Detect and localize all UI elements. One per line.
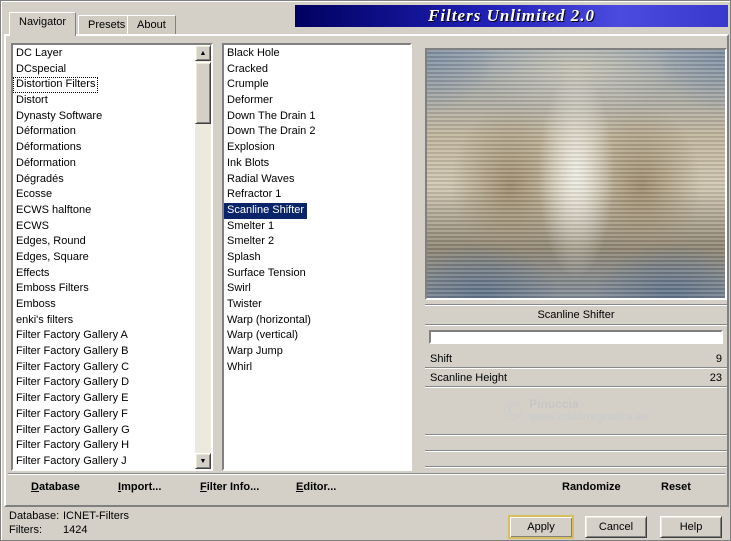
param-row-shift: Shift 9 xyxy=(425,350,727,367)
preview-frame xyxy=(425,48,727,300)
list-item[interactable]: Dynasty Software xyxy=(13,109,105,125)
list-item[interactable]: Filter Factory Gallery F xyxy=(13,407,131,423)
list-item[interactable]: Warp Jump xyxy=(224,344,286,360)
database-status-value: ICNET-Filters xyxy=(63,510,129,522)
list-item[interactable]: Ecosse xyxy=(13,187,55,203)
list-item[interactable]: Edges, Square xyxy=(13,250,92,266)
list-item[interactable]: Distortion Filters xyxy=(13,77,99,94)
param-value: 9 xyxy=(715,352,722,365)
list-item[interactable]: Filter Factory Gallery A xyxy=(13,328,131,344)
randomize-button[interactable]: Randomize xyxy=(562,478,621,496)
list-item[interactable]: Déformation xyxy=(13,124,79,140)
list-item[interactable]: Down The Drain 1 xyxy=(224,109,318,125)
list-item[interactable]: Explosion xyxy=(224,140,278,156)
list-item[interactable]: Warp (horizontal) xyxy=(224,313,314,329)
list-item[interactable]: Warp (vertical) xyxy=(224,328,301,344)
preview-image xyxy=(427,50,725,298)
tab-navigator[interactable]: Navigator xyxy=(9,12,77,36)
list-item[interactable]: DCspecial xyxy=(13,62,69,78)
separator xyxy=(425,466,727,468)
separator xyxy=(425,324,727,326)
scroll-down-button[interactable]: ▼ xyxy=(195,453,211,469)
param-label: Scanline Height xyxy=(430,371,508,384)
list-item[interactable]: ECWS xyxy=(13,219,52,235)
database-button[interactable]: Database xyxy=(31,478,80,496)
list-item[interactable]: Cracked xyxy=(224,62,271,78)
apply-button[interactable]: Apply xyxy=(508,515,574,539)
filter-listbox: Black Hole Cracked Crumple Deformer Down The… xyxy=(222,43,412,471)
category-listbox: DC Layer DCspecial Distortion Filters Disto… xyxy=(11,43,213,471)
cancel-button[interactable]: Cancel xyxy=(585,516,647,538)
list-item[interactable]: Edges, Round xyxy=(13,234,89,250)
list-item[interactable]: Déformations xyxy=(13,140,84,156)
filter-info-button[interactable]: Filter Info... xyxy=(200,478,259,496)
help-button[interactable]: Help xyxy=(660,516,722,538)
list-item[interactable]: Whirl xyxy=(224,360,255,376)
toolbar-separator xyxy=(8,473,725,475)
filter-controls: Scanline Shifter Shift 9 Scanline Height… xyxy=(425,304,727,468)
list-item[interactable]: enki's filters xyxy=(13,313,76,329)
empty-param-row xyxy=(425,452,727,466)
title-banner: Filters Unlimited 2.0 xyxy=(295,5,728,27)
list-item[interactable]: Ink Blots xyxy=(224,156,272,172)
list-item[interactable]: Filter Factory Gallery G xyxy=(13,423,133,439)
list-item[interactable]: Filter Factory Gallery H xyxy=(13,438,132,454)
list-item[interactable]: Twister xyxy=(224,297,265,313)
filters-status-value: 1424 xyxy=(63,524,88,536)
list-item[interactable]: Radial Waves xyxy=(224,172,297,188)
list-item[interactable]: Black Hole xyxy=(224,46,283,62)
list-item[interactable]: Crumple xyxy=(224,77,272,93)
list-item[interactable]: Emboss xyxy=(13,297,59,313)
list-item[interactable]: Refractor 1 xyxy=(224,187,284,203)
category-scrollbar[interactable]: ▲ ▼ xyxy=(195,45,211,469)
reset-button[interactable]: Reset xyxy=(661,478,691,496)
watermark-name: Pinuccia xyxy=(529,397,579,411)
list-item[interactable]: Smelter 2 xyxy=(224,234,277,250)
param-value: 23 xyxy=(709,371,722,384)
scrollbar-thumb[interactable] xyxy=(195,62,211,124)
scrollbar-track[interactable] xyxy=(195,61,211,453)
list-item[interactable]: Filter Factory Gallery E xyxy=(13,391,131,407)
list-item[interactable]: Filter Factory Gallery J xyxy=(13,454,130,469)
list-item[interactable]: Smelter 1 xyxy=(224,219,277,235)
list-item[interactable]: ECWS halftone xyxy=(13,203,94,219)
copyright-icon: © xyxy=(503,396,524,425)
param-row-scanline-height: Scanline Height 23 xyxy=(425,369,727,386)
list-item[interactable]: Déformation xyxy=(13,156,79,172)
watermark-url: www.maldiregrafica.eu xyxy=(529,411,649,423)
scroll-up-button[interactable]: ▲ xyxy=(195,45,211,61)
list-item[interactable]: Scanline Shifter xyxy=(224,202,308,219)
list-item[interactable]: Surface Tension xyxy=(224,266,309,282)
param-label: Shift xyxy=(430,352,453,365)
list-item[interactable]: Effects xyxy=(13,266,52,282)
navigator-page: DC Layer DCspecial Distortion Filters Disto… xyxy=(4,34,729,507)
list-item[interactable]: Down The Drain 2 xyxy=(224,124,318,140)
list-item[interactable]: Filter Factory Gallery B xyxy=(13,344,131,360)
list-item[interactable]: Emboss Filters xyxy=(13,281,92,297)
empty-param-row xyxy=(425,436,727,450)
scroll-up-icon: ▲ xyxy=(199,49,207,57)
list-item[interactable]: DC Layer xyxy=(13,46,65,62)
scroll-down-icon: ▼ xyxy=(199,457,207,465)
list-item[interactable]: Deformer xyxy=(224,93,276,109)
filters-unlimited-dialog: Filters Unlimited 2.0 Navigator Presets … xyxy=(0,0,731,541)
progress-bar xyxy=(429,330,723,344)
watermark: © Pinuccia www.maldiregrafica.eu xyxy=(425,388,727,434)
list-item[interactable]: Distort xyxy=(13,93,51,109)
category-list[interactable]: DC Layer DCspecial Distortion Filters Disto… xyxy=(13,45,195,469)
list-item[interactable]: Dégradés xyxy=(13,172,67,188)
filters-status-label: Filters: xyxy=(9,524,42,536)
import-button[interactable]: Import... xyxy=(118,478,161,496)
list-item[interactable]: Swirl xyxy=(224,281,254,297)
tab-about[interactable]: About xyxy=(127,15,176,34)
filter-name-label: Scanline Shifter xyxy=(537,309,615,321)
list-item[interactable]: Filter Factory Gallery D xyxy=(13,375,132,391)
banner-title: Filters Unlimited 2.0 xyxy=(428,6,595,25)
list-item[interactable]: Splash xyxy=(224,250,264,266)
list-item[interactable]: Filter Factory Gallery C xyxy=(13,360,132,376)
database-status-label: Database: xyxy=(9,510,60,522)
editor-button[interactable]: Editor... xyxy=(296,478,336,496)
filter-list[interactable]: Black Hole Cracked Crumple Deformer Down The… xyxy=(224,45,410,469)
